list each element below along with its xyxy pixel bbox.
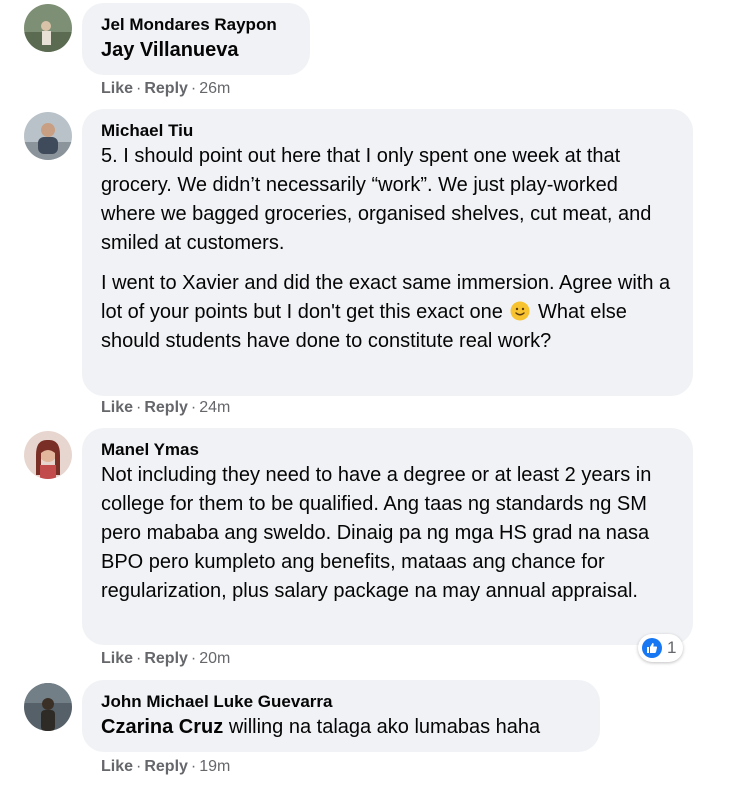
separator: · [190,650,197,667]
comment-paragraph: 5. I should point out here that I only s… [101,145,652,254]
separator: · [136,399,142,416]
comment-paragraph: I went to Xavier and did the exact same … [101,269,674,356]
comment-text: 5. I should point out here that I only s… [101,142,674,356]
comment-text: Not including they need to have a degree… [101,461,674,606]
separator: · [190,758,197,775]
separator: · [136,650,142,667]
separator: · [190,80,197,97]
comment-author[interactable]: Michael Tiu [101,120,674,142]
comment-text: Czarina Cruz willing na talaga ako lumab… [101,713,581,742]
comment-actions: Like · Reply · 24m [101,398,230,418]
avatar[interactable] [24,683,72,731]
like-button[interactable]: Like [101,758,133,775]
reaction-count: 1 [667,638,677,657]
comment-author[interactable]: Manel Ymas [101,439,674,461]
timestamp[interactable]: 26m [199,80,230,97]
reply-button[interactable]: Reply [144,650,188,667]
comment-author[interactable]: Jel Mondares Raypon [101,14,291,36]
reply-button[interactable]: Reply [144,399,188,416]
separator: · [190,399,197,416]
comment-text-segment: willing na talaga ako lumabas haha [228,716,541,738]
separator: · [136,758,142,775]
like-icon [642,638,662,658]
comment-actions: Like · Reply · 26m [101,79,230,99]
comment-author[interactable]: John Michael Luke Guevarra [101,691,581,713]
like-button[interactable]: Like [101,80,133,97]
comment-bubble: Michael Tiu 5. I should point out here t… [82,109,693,396]
like-button[interactable]: Like [101,650,133,667]
avatar[interactable] [24,112,72,160]
timestamp[interactable]: 20m [199,650,230,667]
comment-bubble: John Michael Luke Guevarra Czarina Cruz … [82,680,600,752]
separator: · [136,80,142,97]
timestamp[interactable]: 24m [199,399,230,416]
avatar[interactable] [24,4,72,52]
like-button[interactable]: Like [101,399,133,416]
comment-bubble: Manel Ymas Not including they need to ha… [82,428,693,645]
slightly-smiling-face-emoji [510,301,530,321]
comment-actions: Like · Reply · 20m [101,649,230,669]
comment-text: Jay Villanueva [101,36,291,65]
timestamp[interactable]: 19m [199,758,230,775]
comment-actions: Like · Reply · 19m [101,757,230,777]
reaction-summary[interactable]: 1 [638,634,684,662]
comment-bubble: Jel Mondares Raypon Jay Villanueva [82,3,310,75]
mention-link[interactable]: Jay Villanueva [101,39,239,61]
comment-paragraph: Not including they need to have a degree… [101,464,652,602]
mention-link[interactable]: Czarina Cruz [101,716,223,738]
avatar[interactable] [24,431,72,479]
reply-button[interactable]: Reply [144,758,188,775]
reply-button[interactable]: Reply [144,80,188,97]
